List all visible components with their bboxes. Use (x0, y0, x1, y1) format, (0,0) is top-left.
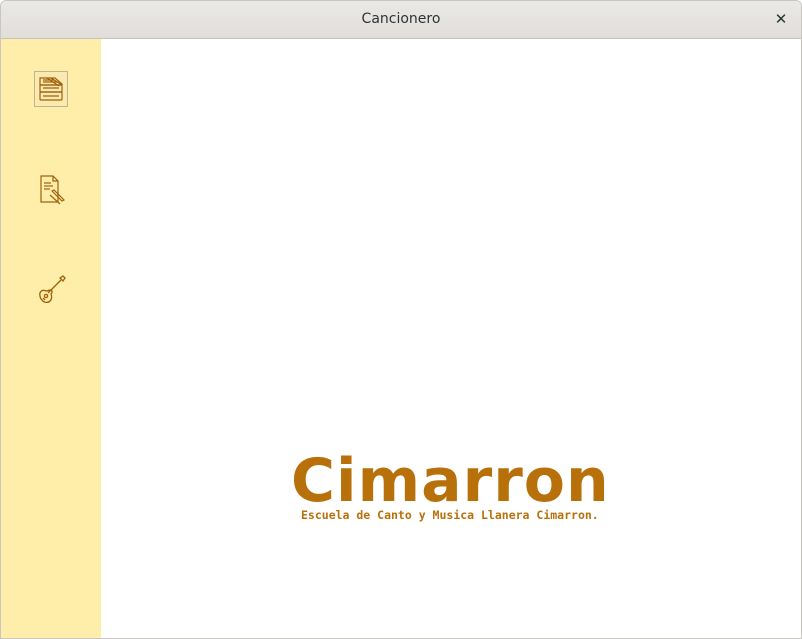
sidebar (1, 39, 101, 638)
app-window: Cancionero ✕ Cimarron Escuela de Canto y… (0, 0, 802, 639)
brand-title: Cimarron (291, 446, 610, 516)
window-title: Cancionero (361, 11, 441, 27)
close-button[interactable]: ✕ (771, 9, 791, 29)
sidebar-item-songbooks[interactable] (34, 71, 68, 107)
brand-tagline: Escuela de Canto y Musica Llanera Cimarr… (301, 508, 599, 522)
main-content: Cimarron Escuela de Canto y Musica Llane… (101, 39, 801, 638)
guitar-icon (36, 274, 66, 306)
document-edit-icon (36, 173, 66, 205)
songbook-stack-icon (37, 74, 65, 104)
title-bar[interactable]: Cancionero ✕ (1, 1, 801, 39)
sidebar-item-guitar[interactable] (34, 272, 68, 308)
sidebar-item-edit-document[interactable] (34, 171, 68, 207)
